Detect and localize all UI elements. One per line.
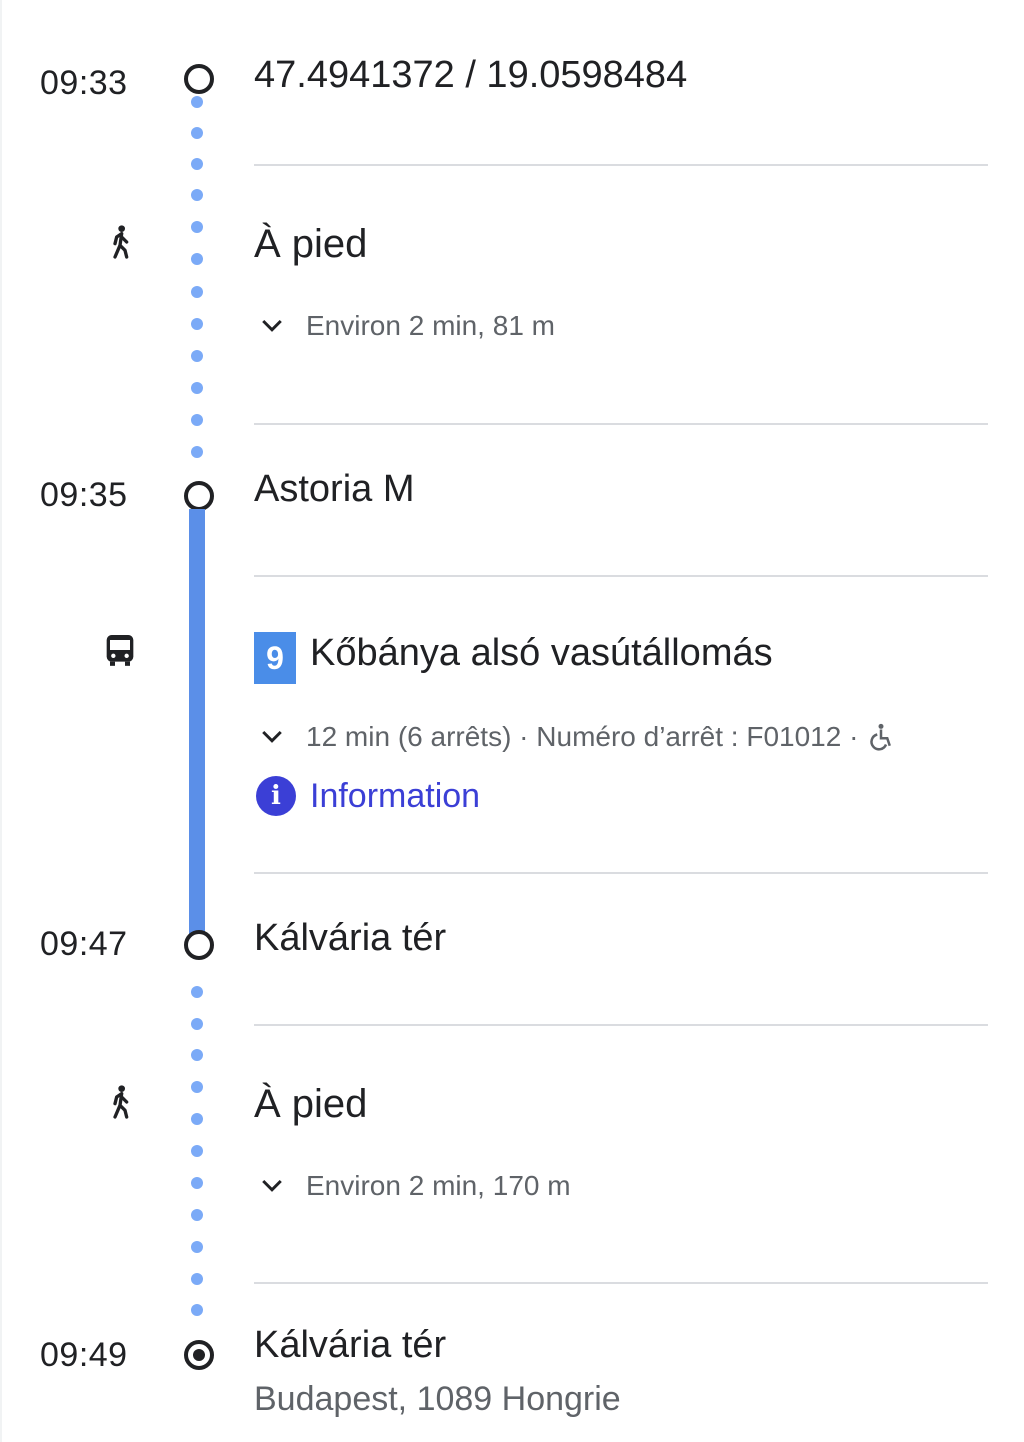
walk-detail: Environ 2 min, 170 m <box>306 1170 571 1201</box>
chevron-down-icon <box>262 730 282 743</box>
chevron-down-icon <box>262 1179 282 1192</box>
destination-address: Budapest, 1089 Hongrie <box>254 1380 621 1418</box>
walk-details-toggle[interactable]: Environ 2 min, 81 m <box>254 310 555 342</box>
stop-node <box>184 930 214 960</box>
chevron-down-icon <box>262 319 282 332</box>
walk-mode-label: À pied <box>254 222 368 266</box>
bus-route-line <box>189 509 205 936</box>
stop-time: 09:35 <box>40 476 128 514</box>
bus-detail: 12 min (6 arrêts) · Numéro d’arrêt : F01… <box>306 721 859 752</box>
origin-title[interactable]: 47.4941372 / 19.0598484 <box>254 54 687 97</box>
divider <box>254 423 988 425</box>
departure-time: 09:33 <box>40 64 128 102</box>
stop-title[interactable]: Astoria M <box>254 468 414 511</box>
walk-icon <box>113 225 129 259</box>
divider <box>254 1282 988 1284</box>
stop-time: 09:47 <box>40 925 128 963</box>
destination-title[interactable]: Kálvária tér <box>254 1324 446 1367</box>
info-icon: i <box>256 776 296 816</box>
stop-node <box>184 481 214 511</box>
walk-mode-label: À pied <box>254 1082 368 1126</box>
divider <box>254 872 988 874</box>
service-information-link[interactable]: i Information <box>256 776 480 816</box>
information-label: Information <box>310 776 481 815</box>
walk-icon <box>113 1085 129 1119</box>
arrival-time: 09:49 <box>40 1336 128 1374</box>
panel-border <box>0 0 2 1442</box>
wheelchair-icon <box>870 723 892 751</box>
bus-details-toggle[interactable]: 12 min (6 arrêts) · Numéro d’arrêt : F01… <box>254 720 896 754</box>
divider <box>254 575 988 577</box>
stop-title[interactable]: Kálvária tér <box>254 917 446 960</box>
walk-detail: Environ 2 min, 81 m <box>306 310 555 341</box>
walk-details-toggle[interactable]: Environ 2 min, 170 m <box>254 1170 571 1202</box>
destination-node <box>184 1340 214 1370</box>
route-number-badge: 9 <box>254 632 296 684</box>
route-destination: Kőbánya alsó vasútállomás <box>310 632 773 674</box>
origin-node <box>184 64 214 94</box>
divider <box>254 1024 988 1026</box>
bus-icon <box>106 635 134 666</box>
divider <box>254 164 988 166</box>
